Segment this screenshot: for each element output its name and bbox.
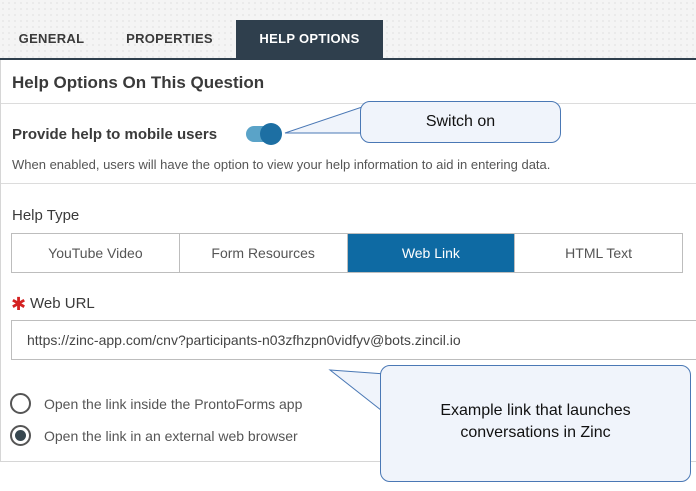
switch-callout: Switch on <box>360 101 561 143</box>
example-callout-line2: conversations in Zinc <box>460 424 611 441</box>
switch-callout-pointer <box>284 104 369 134</box>
example-callout-pointer <box>328 369 387 416</box>
switch-callout-text: Switch on <box>425 113 496 130</box>
example-callout-line1: Example link that launches <box>440 402 631 419</box>
example-link-callout: Example link that launches conversations… <box>380 365 691 482</box>
